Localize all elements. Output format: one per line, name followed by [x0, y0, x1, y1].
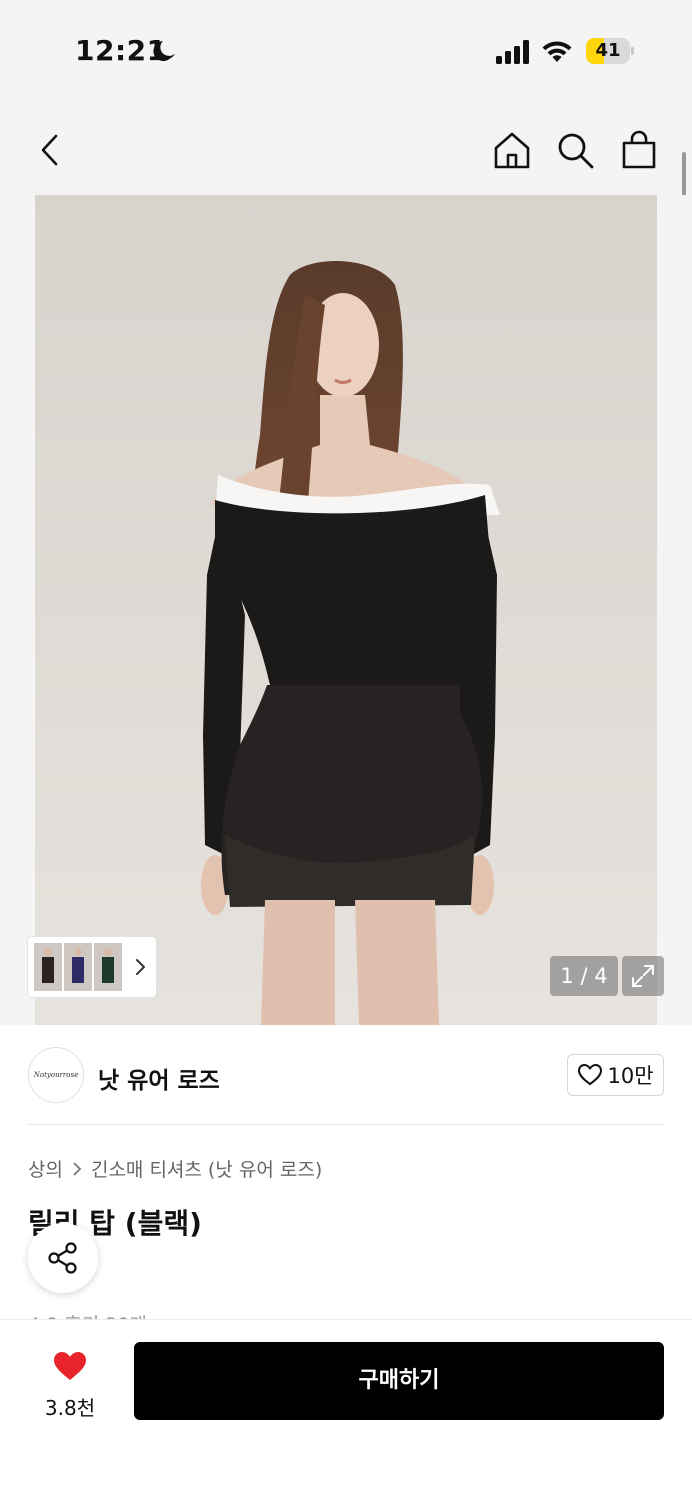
- share-button[interactable]: [28, 1223, 98, 1293]
- battery-level: 41: [595, 40, 621, 61]
- brand-logo[interactable]: Notyourrose: [28, 1047, 84, 1103]
- brand-name[interactable]: 낫 유어 로즈: [98, 1061, 220, 1095]
- heart-filled-icon: [54, 1352, 86, 1380]
- product-gallery[interactable]: 1 / 4: [0, 195, 692, 1025]
- expand-button[interactable]: [622, 956, 664, 996]
- breadcrumb-category[interactable]: 상의: [28, 1155, 63, 1182]
- heart-outline-icon: [578, 1063, 603, 1086]
- home-button[interactable]: [490, 128, 534, 172]
- breadcrumb: 상의 긴소매 티셔츠 (낫 유어 로즈): [28, 1155, 322, 1182]
- back-button[interactable]: [28, 128, 72, 172]
- wishlist-count: 3.8천: [44, 1396, 96, 1420]
- share-icon: [48, 1242, 77, 1274]
- breadcrumb-subcategory[interactable]: 긴소매 티셔츠 (낫 유어 로즈): [91, 1155, 322, 1182]
- top-navigation: [0, 100, 692, 195]
- brand-logo-text: Notyourrose: [33, 1071, 79, 1079]
- buy-button[interactable]: 구매하기: [134, 1342, 664, 1420]
- home-icon: [494, 132, 530, 169]
- shopping-bag-icon: [622, 130, 656, 169]
- thumbnail-strip[interactable]: [28, 937, 156, 997]
- page-indicator: 1 / 4: [550, 956, 618, 996]
- product-photo[interactable]: [35, 195, 657, 1025]
- battery-icon: 41: [586, 38, 634, 64]
- thumbnail-image[interactable]: [64, 943, 92, 991]
- thumbnail-image[interactable]: [34, 943, 62, 991]
- model-photo: [35, 195, 657, 1025]
- wifi-icon: [542, 41, 572, 62]
- brand-like-button[interactable]: 10만: [567, 1054, 664, 1096]
- thumbnail-image[interactable]: [94, 943, 122, 991]
- expand-icon: [632, 965, 654, 987]
- chevron-right-icon: [71, 1161, 83, 1177]
- search-icon: [558, 133, 594, 169]
- search-button[interactable]: [553, 128, 597, 172]
- status-bar: 12:21 41: [0, 0, 692, 100]
- back-arrow-icon: [41, 134, 58, 166]
- chevron-right-icon[interactable]: [128, 955, 152, 979]
- brand-like-count: 10만: [607, 1064, 654, 1088]
- cellular-signal-icon: [496, 40, 529, 64]
- divider: [28, 1124, 664, 1125]
- moon-icon: [153, 41, 175, 61]
- brand-row: Notyourrose 낫 유어 로즈 10만: [0, 1025, 692, 1125]
- bottom-action-bar: 3.8천 구매하기: [0, 1319, 692, 1500]
- shopping-bag-button[interactable]: [617, 128, 661, 172]
- wishlist-button[interactable]: 3.8천: [30, 1344, 110, 1422]
